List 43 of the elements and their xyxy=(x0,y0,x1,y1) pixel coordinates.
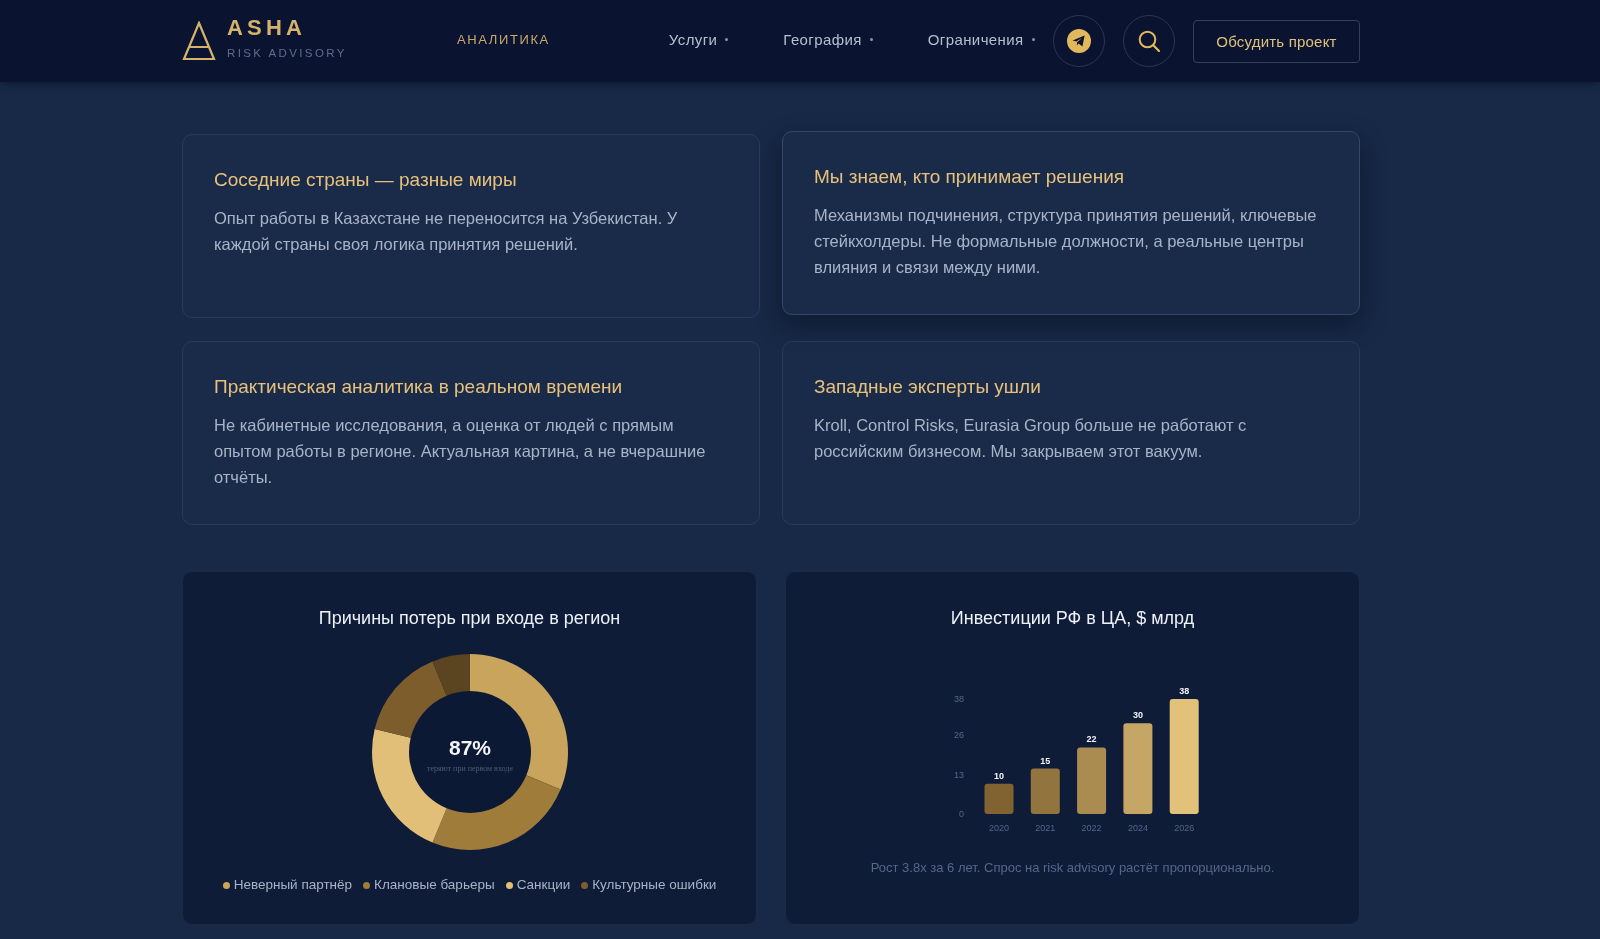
card-text: Механизмы подчинения, структура принятия решений, ключевые стейкхолдеры. Не формальные должности, а реальные центры влияния и связи между ними. xyxy=(814,205,1318,278)
bar-value-label: 15 xyxy=(1039,755,1050,766)
y-axis-label: 13 xyxy=(953,769,964,780)
chart-title: Причины потерь при входе в регион xyxy=(318,607,621,630)
nav-link[interactable]: Ограничения xyxy=(927,31,1035,48)
bar-value-label: 30 xyxy=(1132,710,1143,721)
x-axis-label: 2024 xyxy=(1127,823,1148,833)
chart-title: Инвестиции РФ в ЦА, $ млрд xyxy=(950,607,1195,630)
donut-center-value: 87% xyxy=(448,736,491,759)
x-axis-label: 2021 xyxy=(1034,823,1055,833)
card-title: Практическая аналитика в реальном времени xyxy=(214,375,624,399)
chart-bar xyxy=(984,783,1013,814)
paper-plane-icon xyxy=(1067,29,1091,53)
logo-tagline: RISK ADVISORY xyxy=(227,46,347,60)
triangle-logo-icon xyxy=(182,21,216,61)
nav-link[interactable]: АНАЛИТИКА xyxy=(457,32,550,47)
card-text: Kroll, Control Risks, Eurasia Group больше не работают с российским бизнесом. Мы закрываем этот вакуум. xyxy=(814,415,1248,462)
bar-value-label: 10 xyxy=(993,770,1004,781)
chart-bar xyxy=(1030,768,1060,814)
x-axis-label: 2020 xyxy=(988,823,1009,833)
card-text: Не кабинетные исследования, а оценка от людей с прямым опытом работы в регионе. Актуальная картина, а не вчерашние отчёты. xyxy=(214,415,707,488)
chart-caption: Рост 3.8x за 6 лет. Спрос на risk advisory растёт пропорционально. xyxy=(870,860,1275,876)
legend-label: Санкции xyxy=(516,877,571,893)
legend-label: Неверный партнёр xyxy=(233,877,353,893)
x-axis-label: 2026 xyxy=(1173,823,1194,833)
x-axis-label: 2022 xyxy=(1081,823,1102,833)
card-title: Мы знаем, кто принимает решения xyxy=(814,165,1126,189)
discuss-project-button[interactable]: Обсудить проект xyxy=(1193,19,1360,63)
bar-value-label: 22 xyxy=(1086,734,1097,745)
y-axis-label: 38 xyxy=(953,694,964,704)
search-icon xyxy=(1138,30,1160,52)
legend-label: Клановые барьеры xyxy=(374,877,495,893)
bar-value-label: 38 xyxy=(1178,686,1189,696)
logo-name: ASHA xyxy=(227,16,308,40)
nav-link[interactable]: Услуги xyxy=(668,31,729,48)
nav-link[interactable]: География xyxy=(783,31,873,48)
legend-label: Культурные ошибки xyxy=(592,877,717,893)
y-axis-label: 0 xyxy=(958,809,964,819)
card-title: Западные эксперты ушли xyxy=(814,375,1042,399)
chart-bar xyxy=(1076,747,1106,814)
card-text: Опыт работы в Казахстане не переносится на Узбекистан. У каждой страны своя логика принятия решений. xyxy=(214,208,679,255)
y-axis-label: 26 xyxy=(953,730,964,741)
card-title: Соседние страны — разные миры xyxy=(214,168,518,192)
